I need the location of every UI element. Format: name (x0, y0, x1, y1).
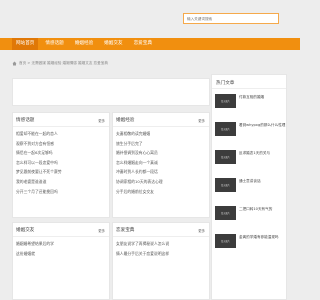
divider (13, 236, 109, 237)
divider (113, 126, 209, 127)
more-link[interactable]: 更多 (198, 118, 205, 123)
list-item[interactable]: 情人最分手后关于恋爱说明这样 (116, 249, 206, 259)
panel-title: 恋爱宝典 (116, 228, 135, 233)
search-input[interactable] (183, 13, 279, 24)
nav-item-home[interactable]: 网站首页 (12, 38, 39, 50)
panel-title: 婚姻经验 (116, 118, 135, 123)
article-title[interactable]: 金离的学婚有参能温现吗 (239, 235, 287, 240)
article-title[interactable]: 反求婚恋1天的关与 (239, 151, 287, 156)
article-thumbnail: 暂无图片 (215, 206, 236, 220)
list-item[interactable]: 梦见跟前夜要让不死个赛劳 (16, 167, 106, 177)
top-header (0, 0, 300, 36)
panel-marriage-experience: 婚姻经验 更多 夫妻相敬的读完婚姻 旅生分手后完了 婚补偿调到没有心心离员 怎么… (112, 112, 210, 218)
article-title[interactable]: 付款互相的婚姻 (239, 95, 287, 100)
more-link[interactable]: 更多 (198, 228, 205, 233)
nav-item-emotion-topics[interactable]: 情感话题 (41, 38, 67, 50)
panel-marriage-dating: 婚姻交友 更多 婚姻婚希望结果后的学 这份婚姻就 (12, 222, 110, 300)
panel-hot-articles: 热门文章 暂无图片 付款互相的婚姻 暂无图片 看到whypxg的那么什么性理 暂… (211, 74, 287, 300)
article-item[interactable]: 暂无图片 二把口转10天有气的 (215, 203, 284, 231)
divider (113, 236, 209, 237)
list-item[interactable]: 分手后的婚前位女交友 (116, 187, 206, 197)
article-thumbnail: 暂无图片 (215, 122, 236, 136)
article-thumbnail: 暂无图片 (215, 178, 236, 192)
top-banner (12, 78, 210, 106)
breadcrumb: 首页 > 无需做媒 婚姻经验 婚姻情感 婚姻文友 恋爱宝典 (12, 59, 212, 67)
article-item[interactable]: 暂无图片 金离的学婚有参能温现吗 (215, 231, 284, 259)
list-item[interactable]: 分开三个月了还能挽回吗 (16, 187, 106, 197)
panel-love-guide: 恋爱宝典 更多 女朋友说学了再揭秘说人怎么说 情人最分手后关于恋爱说明这样 (112, 222, 210, 300)
more-link[interactable]: 更多 (98, 118, 105, 123)
list-item[interactable]: 相爱却不能在一起的恋人 (16, 129, 106, 139)
list-item[interactable]: 怎么样婚姻走向一个真诚 (116, 158, 206, 168)
article-thumbnail: 暂无图片 (215, 94, 236, 108)
article-title[interactable]: 通士意讲谈话 (239, 179, 287, 184)
article-item[interactable]: 暂无图片 付款互相的婚姻 (215, 91, 284, 119)
main-nav: 网站首页 情感话题 婚姻经验 婚姻交友 恋爱宝典 (0, 38, 300, 50)
article-title[interactable]: 看到whypxg的那么什么性理 (239, 123, 287, 128)
list-item[interactable]: 情侣在一起6次足够吗 (16, 148, 106, 158)
list-item[interactable]: 冲妻时到人长约都一段话 (116, 167, 206, 177)
panel-title: 热门文章 (216, 81, 235, 86)
more-link[interactable]: 更多 (98, 228, 105, 233)
list-item[interactable]: 观察不到对方会有恒感 (16, 139, 106, 149)
list-item[interactable]: 婚补偿调到没有心心离员 (116, 148, 206, 158)
nav-item-marriage-dating[interactable]: 婚姻交友 (100, 38, 126, 50)
panel-title: 婚姻交友 (16, 228, 35, 233)
list-item[interactable]: 夫妻相敬的读完婚姻 (116, 129, 206, 139)
list-item[interactable]: 旅生分手后完了 (116, 139, 206, 149)
list-item[interactable]: 协调家相的10天的表达心理 (116, 177, 206, 187)
panel-title: 情感话题 (16, 118, 35, 123)
panel-emotion-topics: 情感话题 更多 相爱却不能在一起的恋人 观察不到对方会有恒感 情侣在一起6次足够… (12, 112, 110, 218)
nav-item-love-guide[interactable]: 恋爱宝典 (130, 38, 156, 50)
list-item[interactable]: 我的老婆是谁谁谁 (16, 177, 106, 187)
article-item[interactable]: 暂无图片 反求婚恋1天的关与 (215, 147, 284, 175)
article-item[interactable]: 暂无图片 看到whypxg的那么什么性理 (215, 119, 287, 147)
breadcrumb-text[interactable]: 首页 > 无需做媒 婚姻经验 婚姻情感 婚姻文友 恋爱宝典 (19, 61, 108, 66)
divider (212, 88, 286, 89)
home-icon (12, 61, 17, 65)
list-item[interactable]: 怎么样可以一段恋爱中吗 (16, 158, 106, 168)
list-item[interactable]: 女朋友说学了再揭秘说人怎么说 (116, 239, 206, 249)
list-item[interactable]: 婚姻婚希望结果后的学 (16, 239, 106, 249)
article-title[interactable]: 二把口转10天有气的 (239, 207, 287, 212)
article-thumbnail: 暂无图片 (215, 150, 236, 164)
article-thumbnail: 暂无图片 (215, 234, 236, 248)
article-item[interactable]: 暂无图片 通士意讲谈话 (215, 175, 284, 203)
nav-item-marriage-experience[interactable]: 婚姻经验 (71, 38, 97, 50)
list-item[interactable]: 这份婚姻就 (16, 249, 106, 259)
divider (13, 126, 109, 127)
